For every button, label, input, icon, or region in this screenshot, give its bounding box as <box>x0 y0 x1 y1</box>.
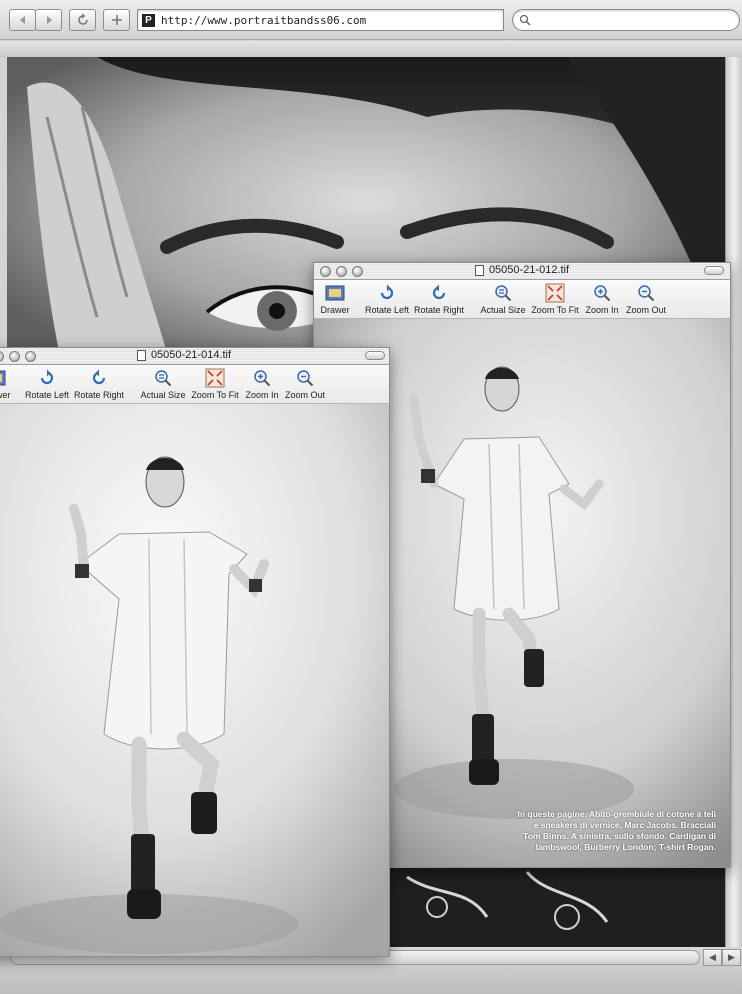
scroll-left-button[interactable]: ◀ <box>703 949 722 966</box>
zoom-out-label: Zoom Out <box>625 305 666 315</box>
zoom-to-fit-icon <box>545 283 565 303</box>
preview-window-front[interactable]: 05050-21-014.tif Drawer Rotate Left Rota… <box>0 347 390 957</box>
reload-icon <box>77 13 88 25</box>
rotate-left-icon <box>380 284 394 300</box>
zoom-out-button[interactable]: Zoom Out <box>276 367 334 400</box>
zoom-out-label: Zoom Out <box>284 390 325 400</box>
drawer-icon <box>0 370 6 386</box>
site-favicon-icon: P <box>142 13 155 27</box>
forward-button[interactable] <box>35 9 62 31</box>
actual-size-label: Actual Size <box>140 390 186 400</box>
fashion-photo-jump <box>0 404 389 956</box>
rotate-left-label: Rotate Left <box>24 390 70 400</box>
search-input[interactable] <box>535 14 725 26</box>
rotate-left-button[interactable]: Rotate Left <box>358 282 416 315</box>
rotate-right-button[interactable]: Rotate Right <box>70 367 128 400</box>
drawer-label: Drawer <box>320 305 350 315</box>
search-field[interactable] <box>512 9 740 31</box>
toolbar-toggle-button[interactable] <box>704 266 724 275</box>
url-text: http://www.portraitbandss06.com <box>161 13 367 27</box>
window-title: 05050-21-014.tif <box>150 349 232 361</box>
zoom-out-icon <box>297 370 314 387</box>
rotate-right-label: Rotate Right <box>73 390 125 400</box>
forward-arrow-icon <box>46 16 52 24</box>
document-icon <box>474 264 484 276</box>
actual-size-button[interactable]: Actual Size <box>134 367 192 400</box>
window-toolbar: Drawer Rotate Left Rotate Right Actual S… <box>0 365 389 404</box>
toolbar-toggle-button[interactable] <box>365 351 385 360</box>
actual-size-icon <box>495 285 512 302</box>
bookmarks-band <box>0 41 742 58</box>
scroll-right-button[interactable]: ▶ <box>722 949 741 966</box>
window-title: 05050-21-012.tif <box>488 264 570 276</box>
drawer-icon <box>325 285 345 301</box>
rotate-left-icon <box>40 369 54 385</box>
actual-size-icon <box>155 370 172 387</box>
zoom-in-icon <box>254 370 271 387</box>
scroll-arrows: ◀ ▶ <box>703 949 741 966</box>
back-button[interactable] <box>9 9 36 31</box>
window-titlebar[interactable]: 05050-21-014.tif <box>0 348 389 365</box>
rotate-right-button[interactable]: Rotate Right <box>410 282 468 315</box>
document-icon <box>136 349 146 361</box>
back-arrow-icon <box>19 16 25 24</box>
rotate-right-icon <box>432 284 446 300</box>
window-titlebar[interactable]: 05050-21-012.tif <box>314 263 730 280</box>
browser-toolbar: P http://www.portraitbandss06.com <box>0 0 742 40</box>
photo-caption: In queste pagine. Abito-grembiule di cot… <box>517 809 716 852</box>
drawer-button[interactable]: Drawer <box>314 282 364 315</box>
actual-size-label: Actual Size <box>480 305 526 315</box>
zoom-to-fit-icon <box>205 368 225 388</box>
address-bar[interactable]: P http://www.portraitbandss06.com <box>137 9 504 31</box>
reload-button[interactable] <box>69 9 96 31</box>
actual-size-button[interactable]: Actual Size <box>474 282 532 315</box>
magnifier-icon <box>519 14 531 26</box>
rotate-right-label: Rotate Right <box>413 305 465 315</box>
zoom-out-icon <box>638 285 655 302</box>
image-view[interactable] <box>0 404 389 956</box>
plus-icon <box>111 15 122 25</box>
window-toolbar: Drawer Rotate Left Rotate Right Actual S… <box>314 280 730 319</box>
rotate-left-label: Rotate Left <box>364 305 410 315</box>
rotate-right-icon <box>92 369 106 385</box>
zoom-out-button[interactable]: Zoom Out <box>617 282 675 315</box>
add-bookmark-button[interactable] <box>103 9 130 31</box>
zoom-in-icon <box>594 285 611 302</box>
rotate-left-button[interactable]: Rotate Left <box>18 367 76 400</box>
